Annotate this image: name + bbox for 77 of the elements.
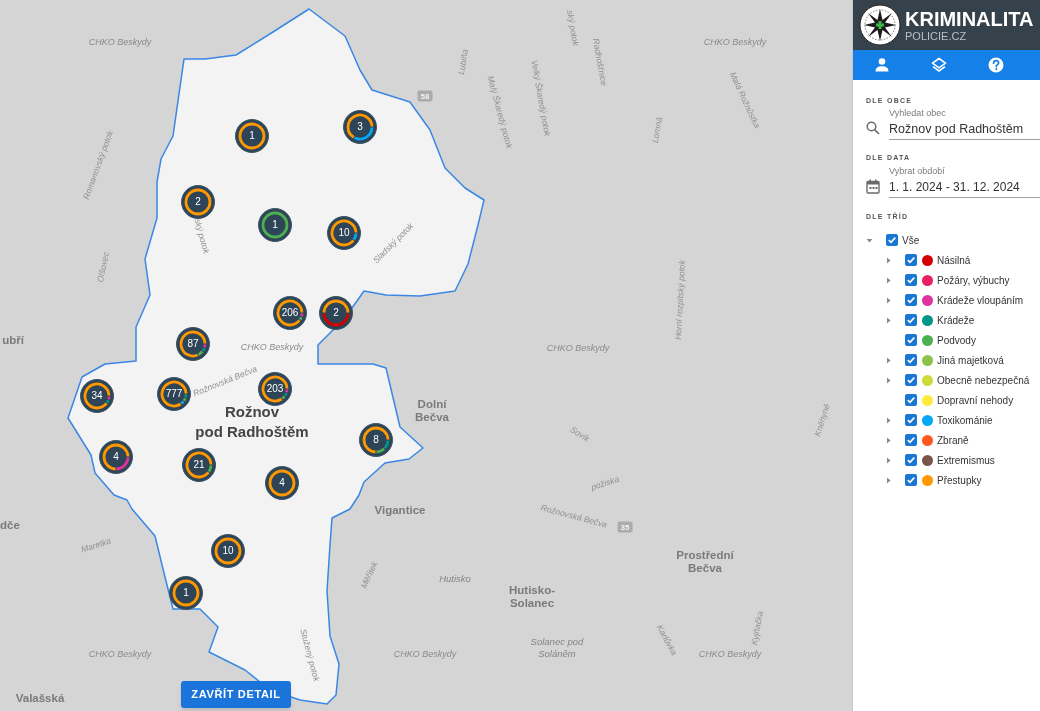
category-label[interactable]: Vše bbox=[902, 232, 920, 248]
category-label[interactable]: Jiná majetková bbox=[937, 352, 1004, 368]
town-label: Vigantice bbox=[374, 503, 426, 517]
checkbox[interactable] bbox=[905, 354, 917, 366]
town-label: dče bbox=[0, 518, 20, 532]
category-label[interactable]: Krádeže bbox=[937, 312, 975, 328]
stream-label: Stužený potok bbox=[298, 627, 322, 683]
road-number-sign: 58 bbox=[417, 90, 433, 102]
stream-label: Maretka bbox=[79, 535, 113, 555]
checkbox[interactable] bbox=[905, 254, 917, 266]
area-label: CHKO Beskydy bbox=[88, 36, 152, 48]
town-label: Valašská bbox=[15, 691, 65, 705]
category-label[interactable]: Extremismus bbox=[937, 452, 995, 468]
date-range-field[interactable]: Vybrat období 1. 1. 2024 - 31. 12. 2024 bbox=[889, 166, 1040, 198]
road-number-sign: 35 bbox=[617, 521, 633, 533]
help-icon bbox=[988, 57, 1004, 73]
checkbox[interactable] bbox=[905, 294, 917, 306]
area-label: CHKO Beskydy bbox=[698, 648, 762, 660]
caret-icon[interactable] bbox=[885, 316, 892, 324]
stream-label: Lomná bbox=[649, 116, 665, 144]
brand-subtitle: POLICIE.CZ bbox=[905, 30, 968, 42]
brand-title: KRIMINALITA bbox=[905, 8, 1034, 30]
caret-icon[interactable] bbox=[885, 416, 892, 424]
caret-icon[interactable] bbox=[885, 456, 892, 464]
search-field[interactable]: Vyhledat obec Rožnov pod Radhoštěm bbox=[889, 108, 1040, 140]
town-label: Dolní Bečva bbox=[415, 398, 449, 424]
category-label[interactable]: Přestupky bbox=[937, 472, 982, 488]
caret-icon[interactable] bbox=[885, 276, 892, 284]
checkbox[interactable] bbox=[905, 474, 917, 486]
stream-label: ský potok bbox=[192, 217, 212, 255]
area-label: CHKO Beskydy bbox=[240, 341, 304, 353]
close-detail-button[interactable]: ZAVŘÍT DETAIL bbox=[181, 681, 291, 708]
checkbox[interactable] bbox=[905, 394, 917, 406]
area-label: CHKO Beskydy bbox=[546, 342, 610, 354]
place-label: Hutisko bbox=[439, 573, 471, 585]
category-label[interactable]: Podvody bbox=[937, 332, 976, 348]
category-label[interactable]: Toxikománie bbox=[937, 412, 993, 428]
calendar-icon bbox=[866, 179, 880, 194]
stream-label: Horní rozpitský potok bbox=[672, 259, 688, 341]
category-label[interactable]: Zbraně bbox=[937, 432, 969, 448]
caret-icon[interactable] bbox=[885, 476, 892, 484]
stream-label: Malý Škaredý potok bbox=[485, 74, 515, 150]
stream-label: ský potok bbox=[564, 9, 582, 47]
town-label: ubří bbox=[2, 333, 24, 347]
caret-icon[interactable] bbox=[885, 436, 892, 444]
checkbox[interactable] bbox=[905, 374, 917, 386]
checkbox[interactable] bbox=[905, 434, 917, 446]
search-icon bbox=[866, 121, 880, 135]
checkbox[interactable] bbox=[905, 274, 917, 286]
stream-label: Lubiňa bbox=[455, 48, 471, 76]
town-label: Prostřední Bečva bbox=[676, 549, 734, 575]
checkbox[interactable] bbox=[905, 334, 917, 346]
stream-label: Radhošťnice bbox=[590, 37, 610, 87]
caret-icon[interactable] bbox=[866, 236, 873, 244]
caret-icon[interactable] bbox=[885, 356, 892, 364]
caret-icon[interactable] bbox=[885, 256, 892, 264]
stream-label: Kyjňačka bbox=[749, 610, 765, 646]
area-label: CHKO Beskydy bbox=[703, 36, 767, 48]
star-badge-icon bbox=[859, 4, 901, 46]
person-icon bbox=[874, 57, 890, 73]
area-label: CHKO Beskydy bbox=[393, 648, 457, 660]
caret-icon[interactable] bbox=[885, 376, 892, 384]
category-label[interactable]: Obecně nebezpečná bbox=[937, 372, 1030, 388]
category-label[interactable]: Požáry, výbuchy bbox=[937, 272, 1010, 288]
category-label[interactable]: Dopravní nehody bbox=[937, 392, 1014, 408]
stream-label: Olšovec bbox=[94, 250, 112, 284]
category-label[interactable]: Krádeže vloupáním bbox=[937, 292, 1024, 308]
place-label: Solanec pod Soláněm bbox=[530, 636, 584, 660]
checkbox[interactable] bbox=[905, 454, 917, 466]
category-label[interactable]: Násilná bbox=[937, 252, 971, 268]
checkbox[interactable] bbox=[905, 314, 917, 326]
layers-icon bbox=[931, 57, 947, 73]
caret-icon[interactable] bbox=[885, 296, 892, 304]
area-label: CHKO Beskydy bbox=[88, 648, 152, 660]
checkbox[interactable] bbox=[886, 234, 898, 246]
town-label: Hutisko- Solanec bbox=[509, 584, 555, 610]
checkbox[interactable] bbox=[905, 414, 917, 426]
